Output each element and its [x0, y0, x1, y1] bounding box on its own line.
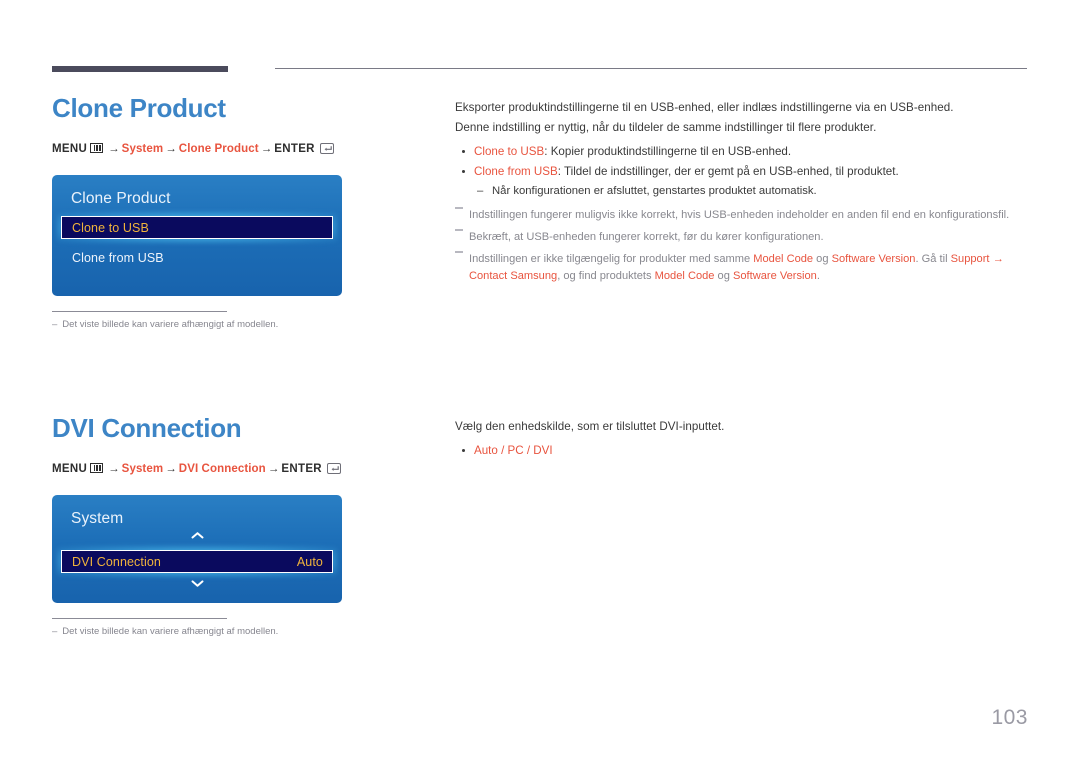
bullet-list: Auto / PC / DVI [455, 441, 1035, 461]
page-number: 103 [991, 706, 1028, 729]
footnote-clone-product: – Det viste billede kan variere afhængigt… [52, 311, 278, 331]
enter-icon [326, 463, 341, 474]
section-clone-product-left: Clone Product MENU → System → Clone Product →… [52, 92, 442, 331]
note-accent-term: Contact Samsung [469, 270, 558, 282]
path-arrow-1: → [108, 463, 120, 475]
menu-path-clone-product: MENU → System → Clone Product → ENTER [52, 141, 442, 157]
section-dvi-connection-body: Vælg den enhedskilde, som er tilsluttet … [455, 417, 1035, 461]
footnote-rule [52, 311, 227, 312]
bullet-dot-icon [462, 170, 465, 173]
note-dash-icon [455, 251, 463, 253]
path-arrow-3: → [260, 143, 273, 155]
body-paragraph: Eksporter produktindstillingerne til en … [455, 101, 954, 114]
note-accent-term: Model Code [753, 253, 814, 265]
chevron-down-icon[interactable] [52, 579, 342, 591]
path-arrow-1: → [108, 143, 120, 155]
page-title: Clone Product [52, 93, 226, 123]
note-accent-term: Support [950, 253, 990, 265]
bullet-list: Clone to USB: Kopier produktindstillinge… [455, 142, 1035, 201]
footnote-text-wrap: – Det viste billede kan variere afhængigt… [52, 625, 382, 638]
header-bar-thick [52, 66, 228, 72]
menu-path-dvi-connection: MENU → System → DVI Connection → ENTER [52, 461, 442, 477]
footnote-dvi-connection: – Det viste billede kan variere afhængigt… [52, 618, 278, 638]
osd-selected-row-clone-to-usb[interactable]: Clone to USB [57, 212, 337, 243]
note-text-run: og [813, 253, 832, 265]
section-dvi-connection-left: DVI Connection MENU → System → DVI Connectio… [52, 412, 442, 638]
menu-icon [90, 463, 104, 473]
menu-label: MENU [52, 143, 88, 155]
footnote-dash: – [52, 319, 58, 330]
manual-page: Clone Product MENU → System → Clone Product →… [0, 0, 1080, 763]
note-item: Bekræft, at USB-enheden fungerer korrekt… [455, 229, 1035, 246]
note-accent-term: Model Code [654, 270, 715, 282]
osd-clone-product: Clone Product Clone to USB Clone from US… [52, 175, 342, 296]
path-step-system[interactable]: System [122, 463, 164, 475]
page-title: DVI Connection [52, 413, 242, 443]
enter-label: ENTER [281, 463, 322, 475]
path-arrow-2: → [165, 463, 177, 475]
path-step-system[interactable]: System [122, 143, 164, 155]
footnote-text: Det viste billede kan variere afhængigt … [62, 319, 279, 330]
footnote-dash: – [52, 626, 58, 637]
note-item: Indstillingen er ikke tilgængelig for pr… [455, 251, 1035, 285]
bullet-accent: Clone to USB [474, 145, 545, 158]
bullet-rest: : Tildel de indstillinger, der er gemt p… [557, 165, 899, 178]
osd-item-clone-from-usb[interactable]: Clone from USB [52, 249, 342, 267]
note-text-run: . [816, 270, 820, 282]
note-text: Indstillingen fungerer muligvis ikke kor… [469, 209, 1010, 221]
footnote-rule [52, 618, 227, 619]
body-paragraph: Vælg den enhedskilde, som er tilsluttet … [455, 420, 725, 433]
note-list: Indstillingen fungerer muligvis ikke kor… [455, 207, 1035, 285]
bullet-accent: Auto / PC / DVI [474, 444, 553, 457]
note-text: Bekræft, at USB-enheden fungerer korrekt… [469, 231, 824, 243]
bullet-item: Auto / PC / DVI [455, 441, 1035, 461]
chevron-up-icon[interactable] [52, 531, 342, 543]
note-text-run: Indstillingen er ikke tilgængelig for pr… [469, 253, 754, 265]
path-step-clone-product[interactable]: Clone Product [179, 143, 259, 155]
note-accent-term: → [989, 253, 1004, 265]
note-dash-icon [455, 207, 463, 209]
enter-label: ENTER [274, 143, 315, 155]
note-item: Indstillingen fungerer muligvis ikke kor… [455, 207, 1035, 224]
bullet-dot-icon [462, 150, 465, 153]
osd-selected-label: DVI Connection [72, 554, 161, 569]
bullet-item: Clone to USB: Kopier produktindstillinge… [455, 142, 1035, 162]
bullet-accent: Clone from USB [474, 165, 558, 178]
header-bar-thin [275, 68, 1027, 69]
note-dash-icon [455, 229, 463, 231]
osd-selected-row-dvi-connection[interactable]: DVI Connection Auto [57, 546, 337, 577]
sub-bullet-text: Når konfigurationen er afsluttet, gensta… [492, 185, 817, 197]
path-arrow-2: → [165, 143, 177, 155]
osd-system: System DVI Connection Auto [52, 495, 342, 603]
bullet-rest: : Kopier produktindstillingerne til en U… [544, 145, 792, 158]
body-paragraph: Denne indstilling er nyttig, når du tild… [455, 121, 877, 134]
note-text-run: og [714, 270, 733, 282]
menu-icon [90, 143, 104, 153]
bullet-dot-icon [462, 449, 465, 452]
section-clone-product-body: Eksporter produktindstillingerne til en … [455, 98, 1035, 285]
bullet-item: Clone from USB: Tildel de indstillinger,… [455, 162, 1035, 182]
osd-selected-label: Clone to USB [72, 220, 149, 235]
note-accent-term: Software Version [831, 253, 916, 265]
page-header-rules [52, 66, 1027, 76]
sub-bullet-item: – Når konfigurationen er afsluttet, genst… [455, 182, 1035, 201]
note-text-run: . Gå til [915, 253, 951, 265]
sub-bullet-dash-icon: – [477, 185, 484, 197]
menu-label: MENU [52, 463, 88, 475]
path-arrow-3: → [267, 463, 280, 475]
osd-title: System [71, 510, 124, 527]
enter-icon [319, 143, 334, 154]
footnote-text: Det viste billede kan variere afhængigt … [62, 626, 279, 637]
footnote-text-wrap: – Det viste billede kan variere afhængigt… [52, 318, 382, 331]
path-step-dvi-connection[interactable]: DVI Connection [179, 463, 266, 475]
osd-selected-value: Auto [296, 554, 323, 569]
osd-title: Clone Product [71, 190, 171, 207]
note-accent-term: Software Version [732, 270, 817, 282]
note-text-run: , og find produktets [557, 270, 655, 282]
note-text-rich: Indstillingen er ikke tilgængelig for pr… [469, 253, 1004, 282]
